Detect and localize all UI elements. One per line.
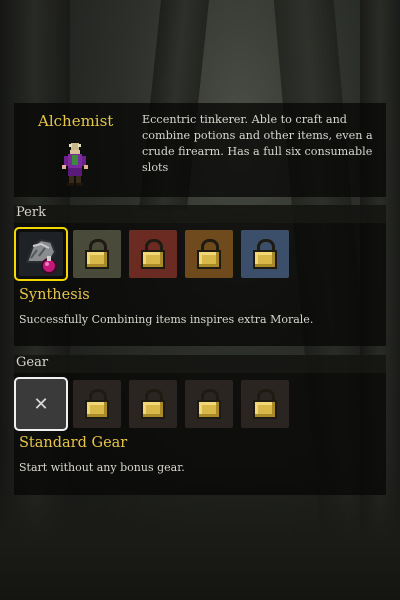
gear-slot-locked-2[interactable]: [126, 377, 180, 431]
gear-slot-locked-4[interactable]: [238, 377, 292, 431]
perk-slot-locked-4[interactable]: [238, 227, 292, 281]
lock-icon: [85, 239, 109, 269]
x-icon: ✕: [33, 393, 49, 415]
gear-slots: ✕: [14, 377, 292, 431]
lock-icon: [197, 239, 221, 269]
perk-panel: Perk Synthesis Successfully Combining it…: [14, 205, 386, 346]
gear-section-bar: [14, 355, 386, 373]
lock-icon: [141, 389, 165, 419]
lock-icon: [141, 239, 165, 269]
lock-icon: [253, 239, 277, 269]
lock-icon: [197, 389, 221, 419]
gear-name: Standard Gear: [19, 435, 128, 451]
alchemist-portrait-icon: [62, 143, 88, 186]
perk-slot-synthesis[interactable]: [14, 227, 68, 281]
gear-slot-locked-1[interactable]: [70, 377, 124, 431]
synthesis-perk-icon: [25, 238, 57, 274]
class-description: Eccentric tinkerer. Able to craft and co…: [142, 113, 373, 174]
perk-description: Successfully Combining items inspires ex…: [19, 313, 314, 326]
lock-icon: [85, 389, 109, 419]
perk-slot-locked-1[interactable]: [70, 227, 124, 281]
perk-name: Synthesis: [19, 287, 90, 303]
perk-slot-locked-3[interactable]: [182, 227, 236, 281]
class-info-panel: Alchemist Eccentric tinkerer. Able to cr…: [14, 103, 386, 197]
lock-icon: [253, 389, 277, 419]
gear-description: Start without any bonus gear.: [19, 461, 185, 474]
perk-slots: [14, 227, 292, 281]
gear-slot-locked-3[interactable]: [182, 377, 236, 431]
gear-slot-standard[interactable]: ✕: [14, 377, 68, 431]
gear-section-label: Gear: [16, 355, 49, 370]
perk-slot-locked-2[interactable]: [126, 227, 180, 281]
perk-section-bar: [14, 205, 386, 223]
gear-panel: Gear ✕ Standard Gear Start without any b…: [14, 355, 386, 495]
class-name: Alchemist: [38, 112, 114, 130]
perk-section-label: Perk: [16, 205, 46, 220]
